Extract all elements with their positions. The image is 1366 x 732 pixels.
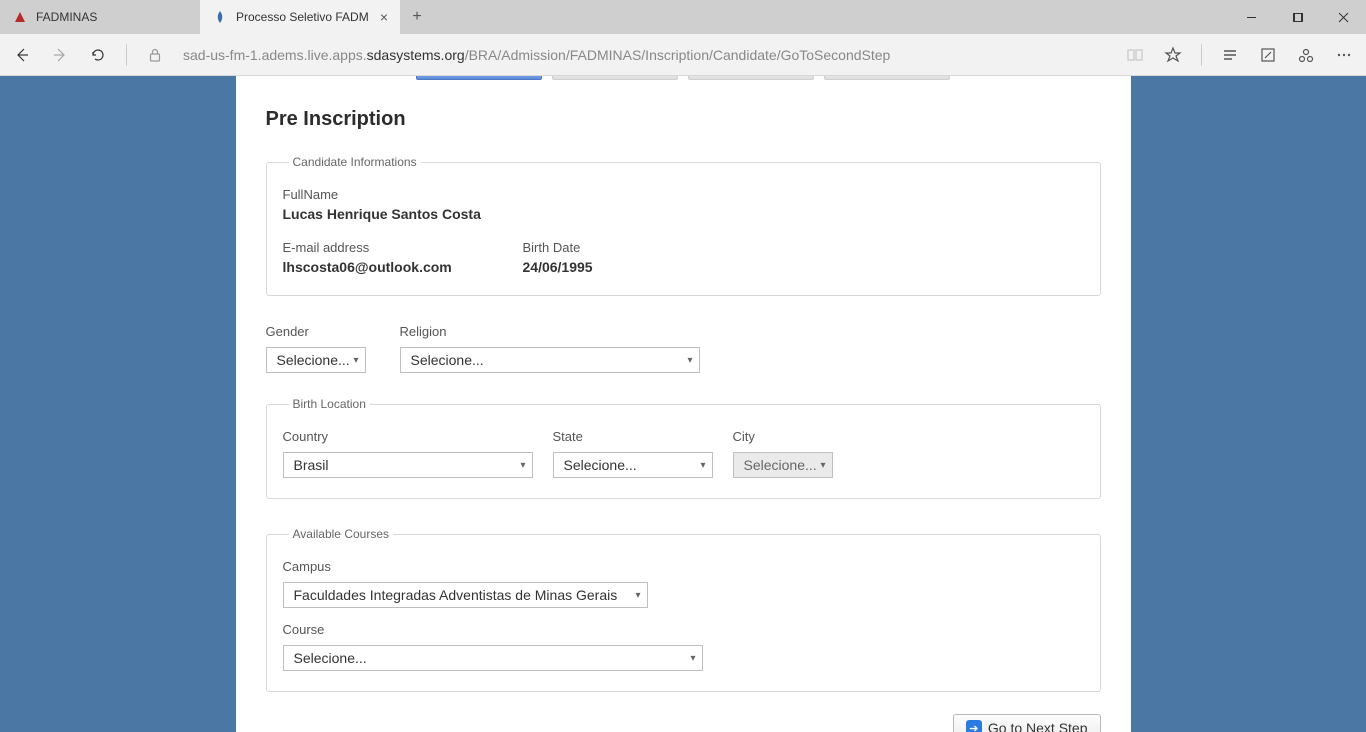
gender-value: Selecione...: [277, 352, 350, 368]
gender-religion-row: Gender Selecione... ▾ Religion Selecione…: [266, 324, 1101, 373]
forward-icon[interactable]: [50, 45, 70, 65]
go-to-next-step-button[interactable]: ➔ Go to Next Step: [953, 714, 1101, 732]
available-courses-box: Available Courses Campus Faculdades Inte…: [266, 527, 1101, 692]
page-title: Pre Inscription: [266, 108, 1101, 131]
browser-navbar: sad-us-fm-1.adems.live.apps.sdasystems.o…: [0, 34, 1366, 76]
campus-select[interactable]: Faculdades Integradas Adventistas de Min…: [283, 582, 648, 608]
step-2[interactable]: [552, 76, 678, 80]
address-bar[interactable]: sad-us-fm-1.adems.live.apps.sdasystems.o…: [183, 47, 1107, 63]
gender-select[interactable]: Selecione... ▾: [266, 347, 366, 373]
minimize-button[interactable]: [1228, 0, 1274, 34]
chevron-down-icon: ▾: [687, 355, 692, 366]
new-tab-button[interactable]: +: [400, 0, 434, 34]
browser-tab-strip: FADMINAS Processo Seletivo FADM × +: [0, 0, 1366, 34]
maximize-button[interactable]: [1274, 0, 1320, 34]
wizard-steps: [236, 76, 1131, 90]
page-card: Pre Inscription Candidate Informations F…: [236, 76, 1131, 732]
candidate-info-box: Candidate Informations FullName Lucas He…: [266, 155, 1101, 296]
window-controls: [1228, 0, 1366, 34]
chevron-down-icon: ▾: [520, 460, 525, 471]
step-1[interactable]: [416, 76, 542, 80]
arrow-right-icon: ➔: [966, 720, 982, 732]
city-value: Selecione...: [744, 457, 817, 473]
tab-fadminas[interactable]: FADMINAS: [0, 0, 200, 34]
course-label: Course: [283, 622, 703, 637]
hub-icon[interactable]: [1220, 45, 1240, 65]
country-label: Country: [283, 429, 533, 444]
state-label: State: [553, 429, 713, 444]
email-label: E-mail address: [283, 240, 483, 255]
site-icon: [212, 9, 228, 25]
state-value: Selecione...: [564, 457, 637, 473]
chevron-down-icon: ▾: [353, 355, 358, 366]
url-path: /BRA/Admission/FADMINAS/Inscription/Cand…: [465, 47, 891, 63]
city-select[interactable]: Selecione... ▾: [733, 452, 833, 478]
course-select[interactable]: Selecione... ▾: [283, 645, 703, 671]
step-4[interactable]: [824, 76, 950, 80]
tab-title: Processo Seletivo FADM: [236, 10, 369, 24]
candidate-info-legend: Candidate Informations: [289, 155, 421, 169]
form-content: Pre Inscription Candidate Informations F…: [236, 90, 1131, 692]
religion-value: Selecione...: [411, 352, 484, 368]
religion-select[interactable]: Selecione... ▾: [400, 347, 700, 373]
chevron-down-icon: ▾: [635, 590, 640, 601]
birthdate-label: Birth Date: [523, 240, 593, 255]
courses-legend: Available Courses: [289, 527, 394, 541]
favorite-icon[interactable]: [1163, 45, 1183, 65]
chevron-down-icon: ▾: [700, 460, 705, 471]
close-window-button[interactable]: [1320, 0, 1366, 34]
birth-location-legend: Birth Location: [289, 397, 370, 411]
state-select[interactable]: Selecione... ▾: [553, 452, 713, 478]
birth-location-box: Birth Location Country Brasil ▾ State Se…: [266, 397, 1101, 499]
chevron-down-icon: ▾: [690, 653, 695, 664]
email-value: lhscosta06@outlook.com: [283, 259, 483, 275]
country-value: Brasil: [294, 457, 329, 473]
share-icon[interactable]: [1296, 45, 1316, 65]
lock-icon: [145, 45, 165, 65]
form-actions: ➔ Go to Next Step: [236, 714, 1131, 732]
step-3[interactable]: [688, 76, 814, 80]
chevron-down-icon: ▾: [820, 460, 825, 471]
refresh-icon[interactable]: [88, 45, 108, 65]
reading-view-icon[interactable]: [1125, 45, 1145, 65]
campus-value: Faculdades Integradas Adventistas de Min…: [294, 587, 618, 603]
tab-processo-seletivo[interactable]: Processo Seletivo FADM ×: [200, 0, 400, 34]
notes-icon[interactable]: [1258, 45, 1278, 65]
next-button-label: Go to Next Step: [988, 720, 1088, 732]
close-icon[interactable]: ×: [380, 9, 388, 25]
country-select[interactable]: Brasil ▾: [283, 452, 533, 478]
tab-title: FADMINAS: [36, 10, 97, 24]
separator: [1201, 44, 1202, 66]
city-label: City: [733, 429, 833, 444]
back-icon[interactable]: [12, 45, 32, 65]
url-domain: sdasystems.org: [367, 47, 465, 63]
site-icon: [12, 9, 28, 25]
campus-label: Campus: [283, 559, 648, 574]
navbar-right-icons: [1125, 44, 1354, 66]
url-prefix: sad-us-fm-1.adems.live.apps.: [183, 47, 367, 63]
course-value: Selecione...: [294, 650, 367, 666]
more-icon[interactable]: [1334, 45, 1354, 65]
separator: [126, 44, 127, 66]
birthdate-value: 24/06/1995: [523, 259, 593, 275]
page-viewport: Pre Inscription Candidate Informations F…: [0, 76, 1366, 732]
fullname-value: Lucas Henrique Santos Costa: [283, 206, 1084, 222]
gender-label: Gender: [266, 324, 366, 339]
fullname-label: FullName: [283, 187, 1084, 202]
religion-label: Religion: [400, 324, 700, 339]
